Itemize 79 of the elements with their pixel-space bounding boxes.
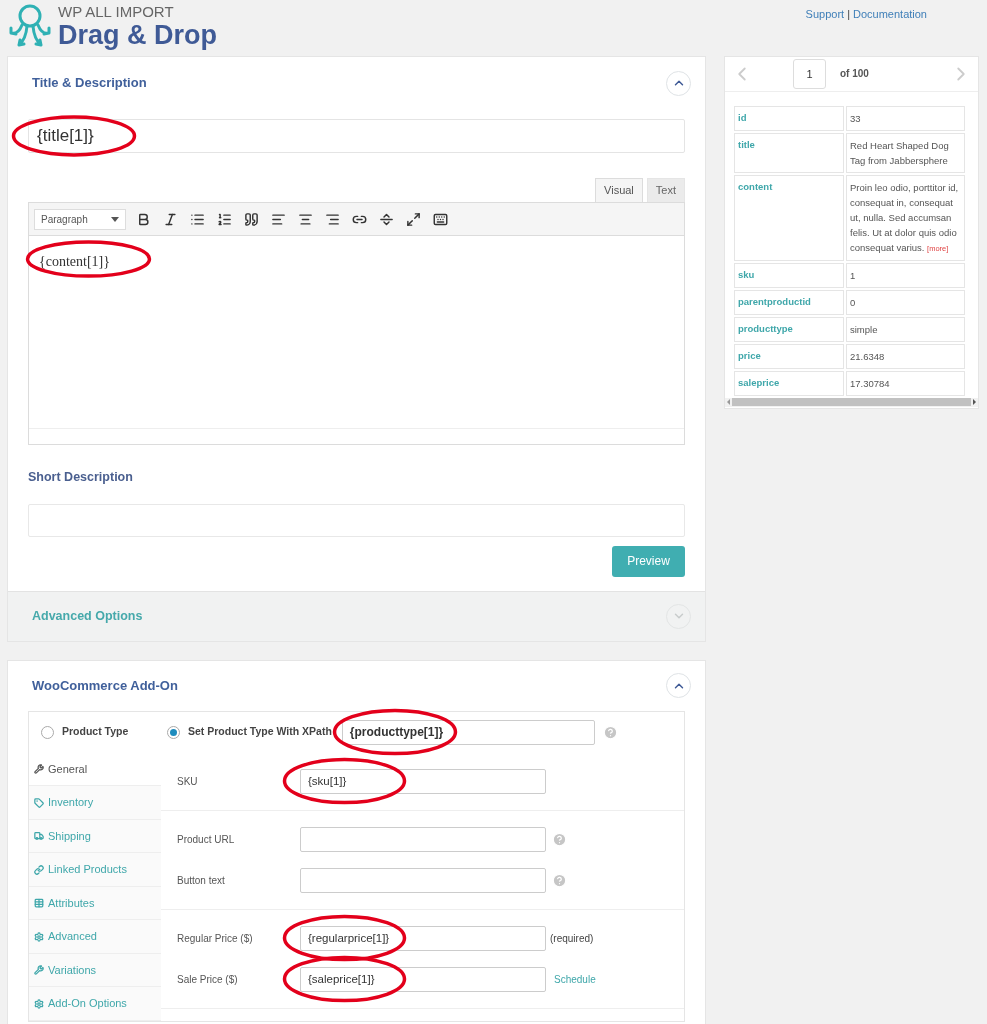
radio-option[interactable]: Product Type: [41, 724, 167, 741]
wrench-icon: [34, 965, 44, 975]
italic-icon[interactable]: [163, 211, 178, 227]
tag-icon: [34, 797, 44, 808]
table-cell: 21.6348: [846, 343, 965, 369]
editor-tab[interactable]: Visual: [595, 178, 643, 202]
table-cell: simple: [846, 316, 965, 342]
content-text: {content[1]}: [39, 254, 110, 269]
align-left-icon[interactable]: [271, 211, 286, 227]
support-link[interactable]: Support: [805, 6, 845, 23]
title-field[interactable]: {title[1]}: [28, 119, 685, 153]
align-right-icon[interactable]: [325, 211, 340, 227]
radio-button[interactable]: [167, 725, 180, 739]
table-cell: Red Heart Shaped Dog Tag from Jabbersphere: [846, 132, 965, 173]
table-cell: 17.30784: [846, 370, 965, 396]
link-icon: [34, 864, 44, 875]
record-count: of 100: [840, 67, 869, 82]
product-data-tab[interactable]: Inventory: [29, 786, 161, 820]
preview-button[interactable]: Preview: [612, 545, 685, 577]
numbered-list-icon[interactable]: [217, 211, 232, 227]
quote-icon[interactable]: [244, 211, 259, 227]
truck-icon: [34, 831, 44, 841]
table-cell: sku: [734, 262, 844, 288]
fullscreen-icon[interactable]: [406, 211, 421, 227]
field-label: SKU: [177, 774, 199, 789]
product-data-tab[interactable]: Add-On Options: [29, 987, 161, 1021]
octopus-logo-icon: [8, 2, 52, 49]
input-field[interactable]: {saleprice[1]}: [300, 966, 546, 992]
table-cell: 1: [846, 262, 965, 288]
schedule-link[interactable]: Schedule: [554, 971, 596, 987]
table-cell: title: [734, 132, 844, 173]
section-label: Short Description: [28, 469, 134, 486]
field-label: Product URL: [177, 832, 236, 847]
radio-button[interactable]: [41, 725, 54, 739]
gear-icon: [34, 998, 44, 1009]
editor-tab[interactable]: Text: [646, 178, 685, 202]
product-data-tab[interactable]: Variations: [29, 953, 161, 988]
table-cell: price: [734, 343, 844, 369]
record-number-field[interactable]: 1: [793, 58, 826, 89]
table-cell: content: [734, 174, 844, 261]
table-cell: saleprice: [734, 370, 844, 396]
product-type-xpath-field[interactable]: {producttype[1]}: [341, 719, 595, 745]
product-data-tab[interactable]: Attributes: [29, 886, 161, 921]
table-cell: parentproductid: [734, 289, 844, 315]
panel-heading: Advanced Options: [32, 607, 143, 625]
bullet-list-icon[interactable]: [190, 211, 205, 227]
field-label: Regular Price ($): [177, 931, 254, 946]
link-separator: |: [847, 7, 850, 22]
table-cell: id: [734, 105, 844, 131]
caret-icon: [111, 216, 119, 222]
input-field[interactable]: [300, 826, 546, 852]
gear-icon: [34, 931, 44, 942]
align-center-icon[interactable]: [298, 211, 313, 227]
table-cell: 33: [846, 105, 965, 131]
radio-option[interactable]: Set Product Type With XPath: [167, 724, 332, 741]
documentation-link[interactable]: Documentation: [853, 6, 927, 23]
brand-title: Drag & Drop: [58, 22, 217, 49]
bold-icon[interactable]: [136, 211, 151, 227]
required-note: (required): [550, 931, 594, 946]
table-cell: producttype: [734, 316, 844, 342]
product-data-tab[interactable]: Shipping: [29, 819, 161, 854]
field-label: Button text: [177, 873, 226, 888]
field-label: Sale Price ($): [177, 972, 239, 987]
table-cell: 0: [846, 289, 965, 315]
panel-heading: Title & Description: [32, 74, 147, 93]
input-field[interactable]: {regularprice[1]}: [300, 925, 546, 951]
product-data-tab[interactable]: Linked Products: [29, 853, 161, 887]
horizontal-scrollbar[interactable]: [725, 397, 978, 407]
panel-heading: WooCommerce Add-On: [32, 677, 178, 695]
brand-subtitle: WP ALL IMPORT: [58, 4, 175, 19]
input-field[interactable]: [300, 867, 546, 893]
read-more-icon[interactable]: [379, 211, 394, 227]
wrench-icon: [34, 764, 44, 774]
advanced-options-bar[interactable]: Advanced Options: [8, 590, 705, 641]
keyboard-icon[interactable]: [433, 211, 448, 227]
product-data-tab[interactable]: Advanced: [29, 920, 161, 954]
table-icon: [34, 898, 44, 908]
format-select[interactable]: Paragraph: [34, 208, 126, 230]
input-field[interactable]: {sku[1]}: [300, 768, 546, 794]
